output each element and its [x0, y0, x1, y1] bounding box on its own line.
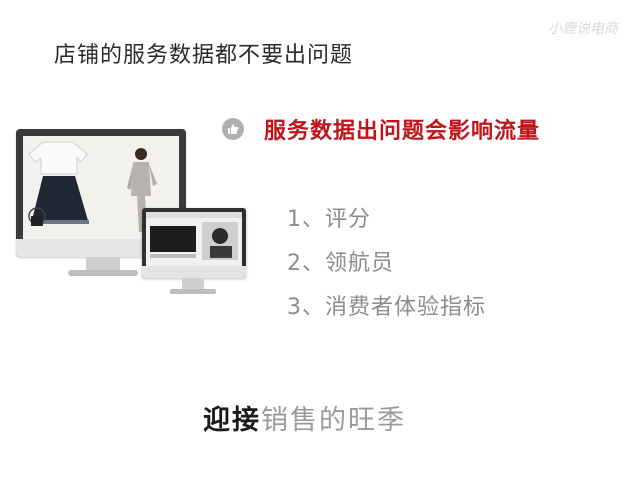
monitor-stand: [86, 257, 120, 271]
laptop-illustration: [142, 208, 246, 278]
footer-strong: 迎接: [203, 405, 261, 436]
footer-tagline: 迎接销售的旺季: [203, 398, 406, 437]
list-item: 3、消费者体验指标: [287, 295, 486, 320]
laptop-screen: [146, 212, 242, 266]
highlight-text: 服务数据出问题会影响流量: [264, 119, 541, 144]
laptop-base: [170, 289, 216, 294]
footer-soft: 销售的旺季: [261, 405, 406, 436]
monitor-base: [68, 270, 138, 276]
thumbs-up-icon: [222, 118, 244, 140]
laptop-chin: [142, 266, 246, 278]
watermark: 小鹿说电商: [548, 21, 618, 37]
slide-title: 店铺的服务数据都不要出问题: [54, 43, 354, 68]
list-item: 1、评分: [287, 207, 371, 232]
highlight-row: 服务数据出问题会影响流量: [222, 113, 540, 145]
shop-page-image: [146, 212, 242, 266]
list-item: 2、领航员: [287, 251, 394, 276]
slide: 店铺的服务数据都不要出问题 小鹿说电商 服务数据出问题会影响流量 1、评分 2、…: [0, 0, 640, 480]
numbered-list: 1、评分 2、领航员 3、消费者体验指标: [287, 198, 486, 330]
